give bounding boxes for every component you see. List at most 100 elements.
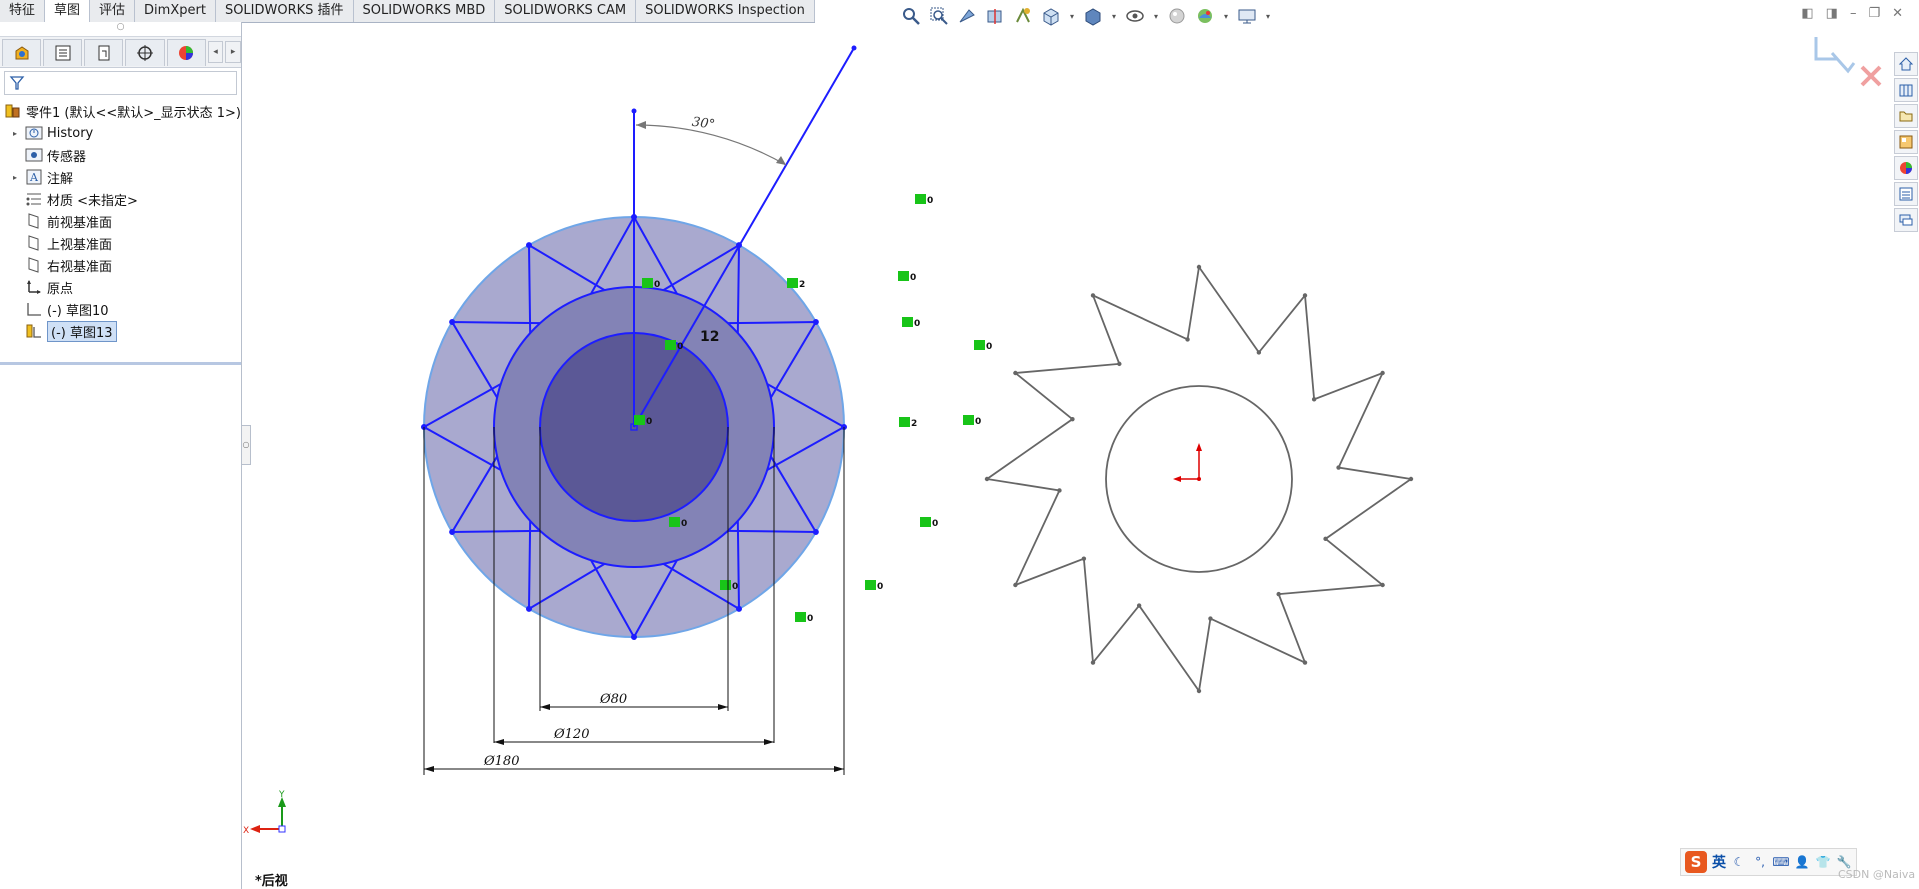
d80-dimension-text[interactable]: Ø80 [599,692,627,707]
tree-root-part[interactable]: 零件1 (默认<<默认>_显示状态 1>) [0,100,241,122]
preview-vertex-point[interactable] [1311,397,1317,402]
relation-marker[interactable]: 2 [899,417,917,429]
tab-0[interactable]: 特征 [0,0,46,22]
graphics-area[interactable]: 30° 12 000000000000022 Ø80 Ø120 Ø180 Y X [242,23,1887,889]
dimxpert-manager-icon[interactable] [125,38,165,66]
angle-dimension-text[interactable]: 30° [691,115,716,133]
scroll-left-arrow[interactable]: ◂ [207,41,224,63]
panel-splitter[interactable] [0,362,241,365]
preview-vertex-point[interactable] [1070,416,1075,422]
home-icon[interactable] [1894,52,1918,76]
preview-vertex-point[interactable] [1323,536,1328,542]
restore-icon[interactable]: ❐ [1868,6,1880,21]
custom-properties-icon[interactable] [1894,182,1918,206]
relation-marker[interactable]: 0 [974,340,992,352]
preview-vertex-point[interactable] [1090,660,1096,665]
tooth-tip-point[interactable] [631,634,637,640]
cancel-sketch-icon[interactable] [1860,65,1882,87]
tile-right-icon[interactable]: ◨ [1826,6,1838,21]
tree-item-7[interactable]: 原点 [0,276,241,298]
scroll-right-arrow[interactable]: ▸ [225,41,241,63]
skin-icon[interactable]: 👕 [1815,854,1831,870]
expand-arrow-icon[interactable]: ▸ [10,129,20,138]
expand-arrow-icon[interactable]: ▸ [10,173,20,182]
tree-item-6[interactable]: 右视基准面 [0,254,241,276]
tab-3[interactable]: DimXpert [135,0,216,22]
tree-item-2[interactable]: ▸ A 注解 [0,166,241,188]
tab-1[interactable]: 草图 [45,0,91,22]
display-manager-icon[interactable] [166,38,206,66]
appearances-icon[interactable] [1894,156,1918,180]
dropdown-arrow-icon[interactable]: ▾ [1264,12,1272,21]
preview-vertex-point[interactable] [1196,688,1202,694]
preview-vertex-point[interactable] [1336,465,1341,470]
tile-left-icon[interactable]: ◧ [1801,6,1813,21]
preview-vertex-point[interactable] [1302,293,1308,298]
tab-5[interactable]: SOLIDWORKS MBD [353,0,496,22]
preview-vertex-point[interactable] [1208,616,1213,621]
relation-marker[interactable]: 0 [920,517,938,529]
tree-item-3[interactable]: 材质 <未指定> [0,188,241,210]
tree-item-4[interactable]: 前视基准面 [0,210,241,232]
preview-vertex-point[interactable] [1081,556,1087,561]
relation-marker[interactable]: 0 [795,612,813,624]
tree-item-5[interactable]: 上视基准面 [0,232,241,254]
tooth-tip-point[interactable] [526,242,532,249]
tree-item-0[interactable]: ▸ History [0,122,241,144]
property-manager-icon[interactable] [43,38,83,66]
tooth-tip-point[interactable] [526,605,532,612]
preview-vertex-point[interactable] [1090,293,1096,298]
tree-item-1[interactable]: 传感器 [0,144,241,166]
preview-vertex-point[interactable] [1380,370,1385,376]
file-explorer-icon[interactable] [1894,104,1918,128]
dropdown-arrow-icon[interactable]: ▾ [1110,12,1118,21]
d120-dimension-text[interactable]: Ø120 [553,727,589,742]
tab-2[interactable]: 评估 [90,0,136,22]
preview-vertex-point[interactable] [1057,488,1062,493]
preview-vertex-point[interactable] [1276,591,1281,597]
panel-grip[interactable]: ○ [0,22,241,37]
preview-vertex-point[interactable] [1302,660,1308,665]
preview-vertex-point[interactable] [1185,337,1190,342]
preview-vertex-point[interactable] [1013,582,1018,588]
tooth-tip-point[interactable] [736,605,742,612]
sogou-logo-icon[interactable]: S [1685,851,1707,873]
preview-vertex-point[interactable] [1196,264,1202,270]
relation-marker[interactable]: 0 [902,317,920,329]
user-icon[interactable]: 👤 [1794,854,1810,870]
feature-manager-icon[interactable] [2,38,42,66]
preview-vertex-point[interactable] [1408,476,1414,482]
tooth-tip-point[interactable] [449,319,456,325]
punctuation-icon[interactable]: °, [1752,854,1768,870]
keyboard-icon[interactable]: ⌨ [1772,854,1789,870]
tab-7[interactable]: SOLIDWORKS Inspection [636,0,815,22]
close-icon[interactable]: ✕ [1892,6,1903,21]
forum-icon[interactable] [1894,208,1918,232]
tab-6[interactable]: SOLIDWORKS CAM [495,0,637,22]
ime-language-toggle[interactable]: 英 [1712,852,1726,872]
preview-vertex-point[interactable] [1256,350,1262,355]
pattern-count-text[interactable]: 12 [700,329,719,345]
dropdown-arrow-icon[interactable]: ▾ [1222,12,1230,21]
preview-vertex-point[interactable] [1380,582,1385,588]
dropdown-arrow-icon[interactable]: ▾ [1152,12,1160,21]
design-library-icon[interactable] [1894,78,1918,102]
dropdown-arrow-icon[interactable]: ▾ [1068,12,1076,21]
tooth-tip-point[interactable] [449,529,456,535]
tab-4[interactable]: SOLIDWORKS 插件 [215,0,354,22]
angled-line-endpoint[interactable] [851,45,857,51]
tooth-tip-point[interactable] [812,319,819,325]
moon-icon[interactable]: ☾ [1731,854,1747,870]
preview-vertex-point[interactable] [984,476,990,482]
centerline-endpoint[interactable] [631,108,637,114]
tooth-tip-point[interactable] [812,529,819,535]
relation-marker[interactable]: 0 [898,271,916,283]
preview-vertex-point[interactable] [1136,603,1142,608]
relation-marker[interactable]: 0 [865,580,883,592]
configuration-manager-icon[interactable] [84,38,124,66]
preview-vertex-point[interactable] [1117,361,1122,367]
relation-marker[interactable]: 0 [963,415,981,427]
tree-item-9[interactable]: (-) 草图13 [0,320,241,342]
minimize-icon[interactable]: – [1850,6,1857,21]
tree-item-8[interactable]: (-) 草图10 [0,298,241,320]
